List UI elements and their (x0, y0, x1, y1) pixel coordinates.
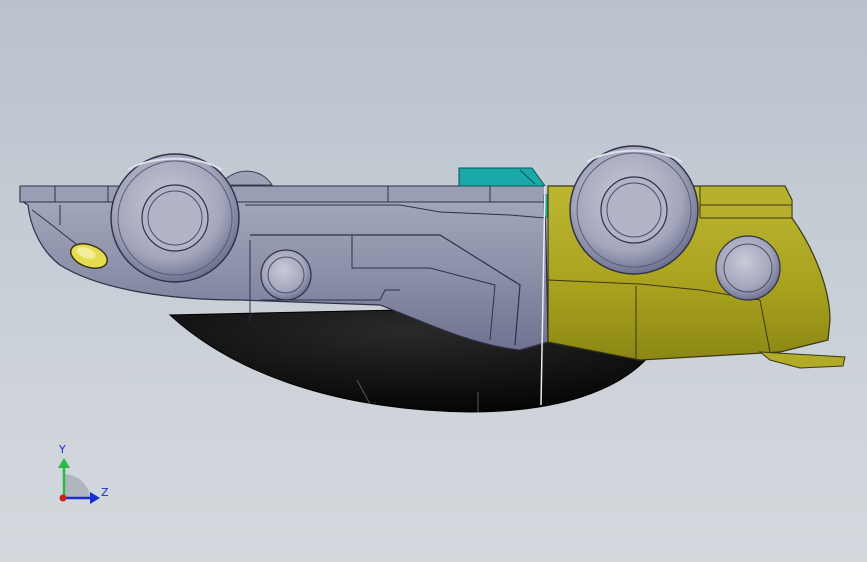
yellow-top-rail (699, 185, 793, 219)
rear-round-part (715, 235, 781, 301)
z-axis-arrow (90, 492, 100, 504)
y-axis-label: Y (59, 443, 66, 456)
teal-part (458, 167, 546, 187)
front-wheel (110, 153, 240, 283)
triad-plane-shade (64, 474, 90, 498)
triad-origin (59, 494, 67, 502)
coordinate-triad (58, 458, 100, 504)
z-axis-label: Z (101, 486, 109, 499)
graphics-viewport[interactable]: Y Z (0, 0, 867, 562)
model-view[interactable] (0, 0, 867, 562)
rear-bumper-lip (758, 351, 846, 369)
y-axis-arrow (58, 458, 70, 468)
body-top-rail (19, 185, 546, 203)
rear-wheel (569, 145, 699, 275)
